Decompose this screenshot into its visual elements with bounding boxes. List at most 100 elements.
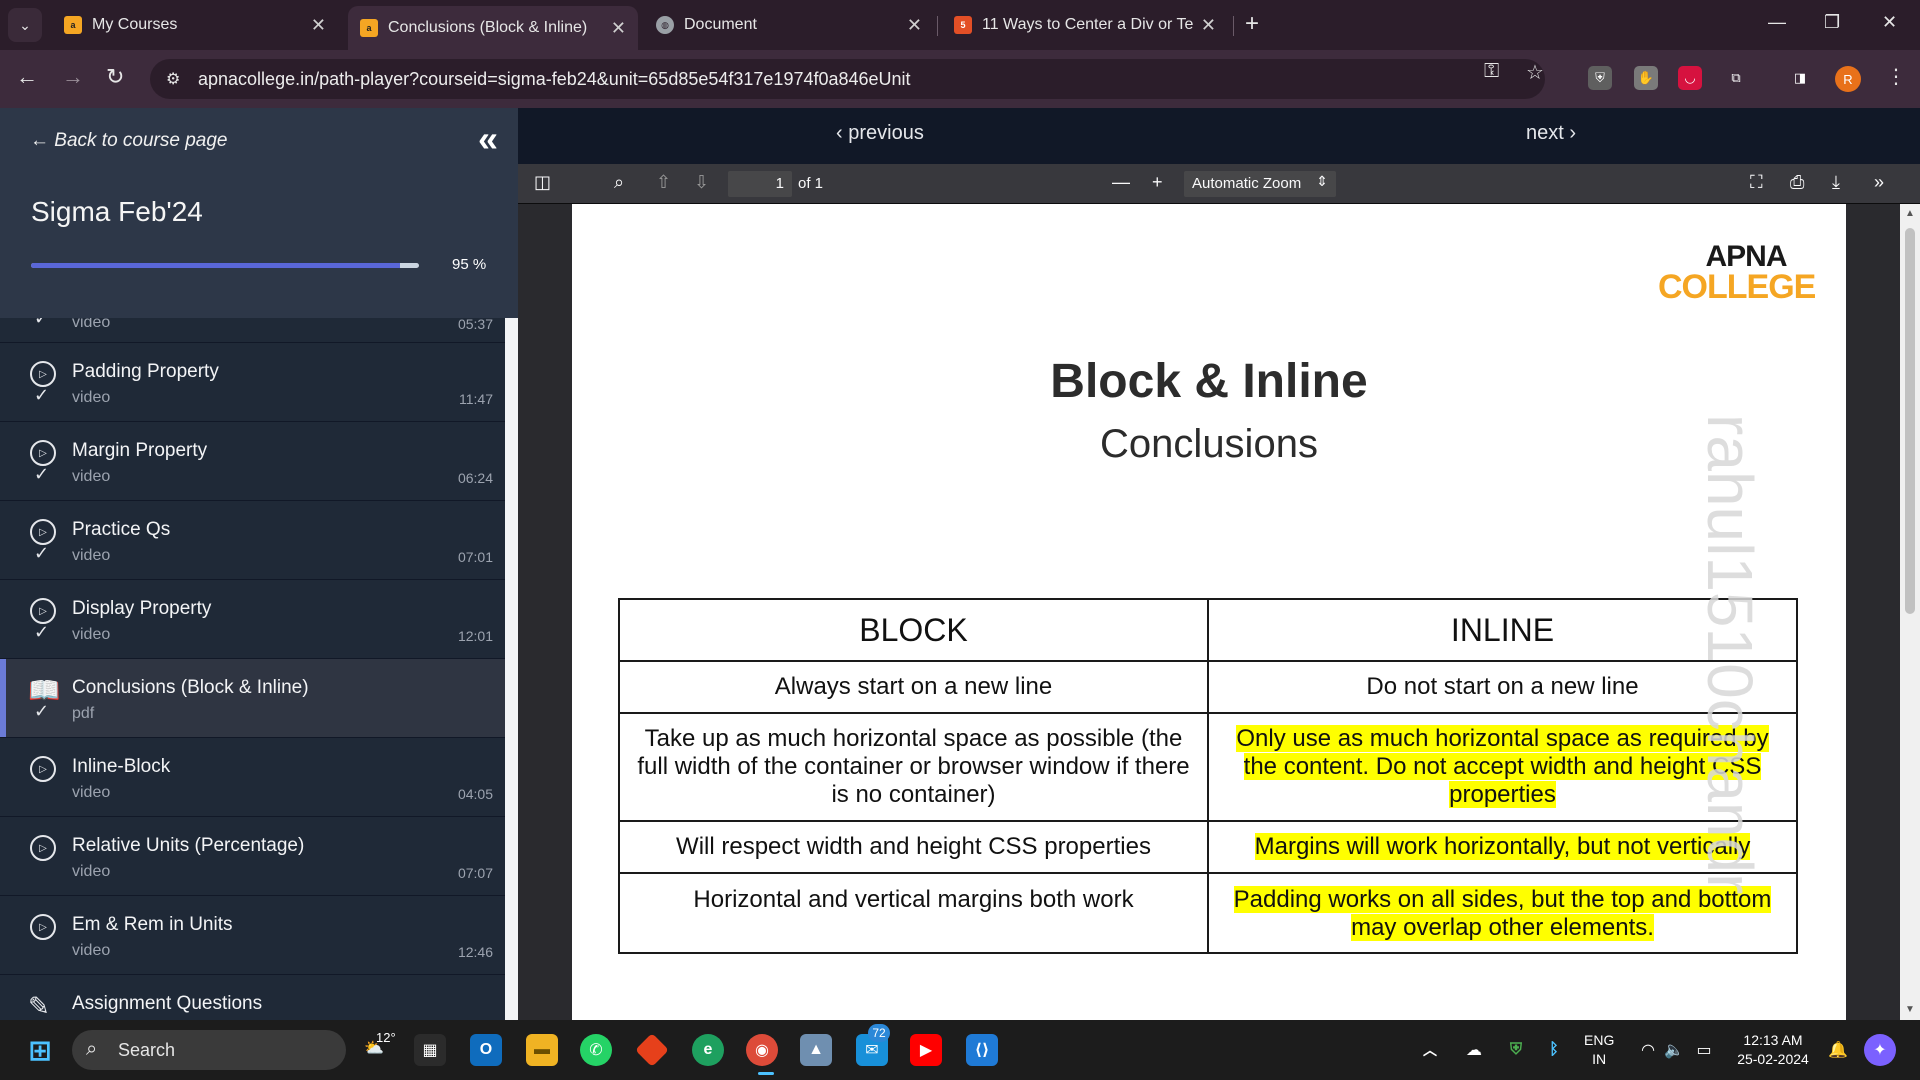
scroll-up-arrow-icon[interactable]: ▲ [1905, 208, 1915, 219]
play-circle-icon: ▷ [30, 361, 56, 387]
pin-extension-icon[interactable]: ✋ [1634, 66, 1658, 90]
photos-icon[interactable]: ▲ [800, 1034, 832, 1066]
notification-badge: 72 [868, 1024, 890, 1042]
list-item[interactable]: ✎ Assignment Questions [0, 975, 505, 1020]
apna-college-favicon-icon: a [64, 16, 82, 34]
zoom-in-icon[interactable]: + [1152, 172, 1163, 193]
tools-chevron-icon[interactable]: » [1874, 172, 1884, 193]
clock[interactable]: 12:13 AM 25-02-2024 [1728, 1031, 1818, 1069]
app-diamond-icon[interactable] [635, 1033, 669, 1067]
tab-11-ways[interactable]: 5 11 Ways to Center a Div or Text ✕ [942, 6, 1228, 44]
course-progress-bar [31, 263, 419, 268]
restore-icon[interactable]: ❐ [1824, 12, 1840, 33]
vscode-icon[interactable]: ⟨⟩ [966, 1034, 998, 1066]
check-icon: ✓ [34, 543, 50, 563]
tab-title: 11 Ways to Center a Div or Text [982, 16, 1193, 33]
forward-arrow-icon[interactable]: → [62, 64, 84, 90]
download-icon[interactable]: ⤓ [1832, 172, 1840, 193]
list-item[interactable]: ▷ Relative Units (Percentage) video 07:0… [0, 817, 505, 896]
site-info-icon[interactable]: ⚙ [166, 69, 180, 89]
list-item-current[interactable]: 📖 ✓ Conclusions (Block & Inline) pdf [0, 659, 505, 738]
next-link[interactable]: next › [1526, 122, 1576, 145]
lesson-duration: 11:47 [459, 391, 493, 407]
scroll-down-arrow-icon[interactable]: ▼ [1905, 1004, 1915, 1015]
window-close-icon[interactable]: ✕ [1882, 12, 1897, 33]
minimize-icon[interactable]: — [1768, 12, 1786, 33]
print-icon[interactable]: ⎙ [1790, 172, 1804, 193]
outlook-icon[interactable]: O [470, 1034, 502, 1066]
bluetooth-icon[interactable]: ᛒ [1538, 1034, 1570, 1066]
presentation-mode-icon[interactable]: ⛶ [1750, 172, 1763, 193]
list-item[interactable]: ▷ ✓ Margin Property video 06:24 [0, 422, 505, 501]
scrollbar-thumb[interactable] [1905, 228, 1915, 614]
back-to-course-link[interactable]: ← Back to course page [30, 130, 228, 152]
find-search-icon[interactable]: ⌕ [614, 172, 624, 193]
pocket-extension-icon[interactable]: ◡ [1678, 66, 1702, 90]
security-shield-icon[interactable]: ⛨ [1500, 1034, 1532, 1066]
close-icon[interactable]: ✕ [611, 18, 626, 39]
tab-document[interactable]: ◍ Document ✕ [644, 6, 934, 44]
previous-link[interactable]: ‹ previous [836, 122, 924, 145]
list-item[interactable]: ▷ ✓ Padding Property video 11:47 [0, 343, 505, 422]
pdf-toolbar: ◫ ⌕ ⇧ ⇩ 1 of 1 — + Automatic Zoom ⇕ ⛶ ⎙ … [518, 164, 1920, 204]
edge-browser-icon[interactable]: e [692, 1034, 724, 1066]
side-panel-icon[interactable]: ◨ [1788, 66, 1812, 90]
copilot-icon[interactable]: ✦ [1864, 1034, 1896, 1066]
extensions-puzzle-icon[interactable]: ⧉ [1724, 66, 1748, 90]
lesson-title: Assignment Questions [72, 993, 263, 1014]
youtube-icon[interactable]: ▶ [910, 1034, 942, 1066]
reload-icon[interactable]: ↻ [106, 64, 124, 90]
next-page-arrow-icon[interactable]: ⇩ [694, 172, 709, 193]
list-item[interactable]: ✓ video 05:37 [0, 318, 505, 343]
tab-my-courses[interactable]: a My Courses ✕ [52, 6, 338, 44]
language-indicator[interactable]: ENG IN [1584, 1031, 1614, 1069]
close-icon[interactable]: ✕ [311, 15, 326, 36]
collapse-sidebar-icon[interactable]: « [478, 118, 498, 160]
new-tab-plus-icon[interactable]: + [1245, 10, 1259, 38]
previous-page-arrow-icon[interactable]: ⇧ [656, 172, 671, 193]
list-item[interactable]: ▷ ✓ Display Property video 12:01 [0, 580, 505, 659]
list-item[interactable]: ▷ ✓ Practice Qs video 07:01 [0, 501, 505, 580]
viewer-scrollbar[interactable]: ▲ ▼ [1900, 204, 1920, 1020]
region-label: IN [1592, 1051, 1607, 1067]
menu-kebab-icon[interactable]: ⋮ [1886, 64, 1906, 89]
windows-start-icon[interactable]: ⊞ [24, 1034, 56, 1066]
address-bar[interactable]: ⚙ apnacollege.in/path-player?courseid=si… [150, 59, 1545, 99]
tab-search-chevron-icon[interactable]: ⌄ [8, 8, 42, 42]
profile-avatar[interactable]: R [1835, 66, 1861, 92]
table-row: Always start on a new line Do not start … [618, 660, 1798, 714]
zoom-out-icon[interactable]: — [1112, 172, 1130, 193]
zoom-select[interactable]: Automatic Zoom ⇕ [1184, 171, 1336, 197]
list-item[interactable]: ▷ Em & Rem in Units video 12:46 [0, 896, 505, 975]
password-key-icon[interactable]: ⚿ [1484, 60, 1499, 83]
list-item[interactable]: ▷ Inline-Block video 04:05 [0, 738, 505, 817]
chrome-icon[interactable]: ◉ [746, 1034, 778, 1066]
bookmark-star-icon[interactable]: ☆ [1526, 60, 1544, 85]
notification-bell-icon[interactable]: 🔔 [1822, 1034, 1854, 1066]
page-number-input[interactable]: 1 [728, 171, 792, 197]
back-arrow-icon[interactable]: ← [16, 64, 38, 90]
lesson-type: video [72, 784, 111, 801]
sidebar-scrollbar[interactable] [505, 318, 518, 1020]
course-progress-fill [31, 263, 400, 268]
whatsapp-icon[interactable]: ✆ [580, 1034, 612, 1066]
document-title: Block & Inline [1050, 355, 1368, 408]
tab-title: Conclusions (Block & Inline) [388, 19, 588, 36]
show-hidden-icons-chevron-icon[interactable]: ︿ [1414, 1034, 1446, 1066]
close-icon[interactable]: ✕ [1201, 15, 1216, 36]
cell-text: Take up as much horizontal space as poss… [637, 725, 1190, 808]
check-icon: ✓ [34, 701, 50, 721]
close-icon[interactable]: ✕ [907, 15, 922, 36]
file-explorer-icon[interactable]: ▬ [526, 1034, 558, 1066]
battery-icon[interactable]: ▭ [1688, 1034, 1720, 1066]
taskbar-search[interactable]: ⌕ Search [72, 1030, 346, 1070]
language-label: ENG [1584, 1032, 1615, 1048]
shield-extension-icon[interactable]: ⛨ [1588, 66, 1612, 90]
onedrive-cloud-icon[interactable]: ☁ [1458, 1034, 1490, 1066]
tab-conclusions[interactable]: a Conclusions (Block & Inline) ✕ [348, 6, 638, 50]
volume-icon[interactable]: 🔈 [1658, 1034, 1690, 1066]
microsoft-store-icon[interactable]: ▦ [414, 1034, 446, 1066]
toggle-sidebar-icon[interactable]: ◫ [534, 172, 551, 193]
lesson-title: Padding Property [72, 361, 219, 382]
globe-icon: ◍ [656, 16, 674, 34]
